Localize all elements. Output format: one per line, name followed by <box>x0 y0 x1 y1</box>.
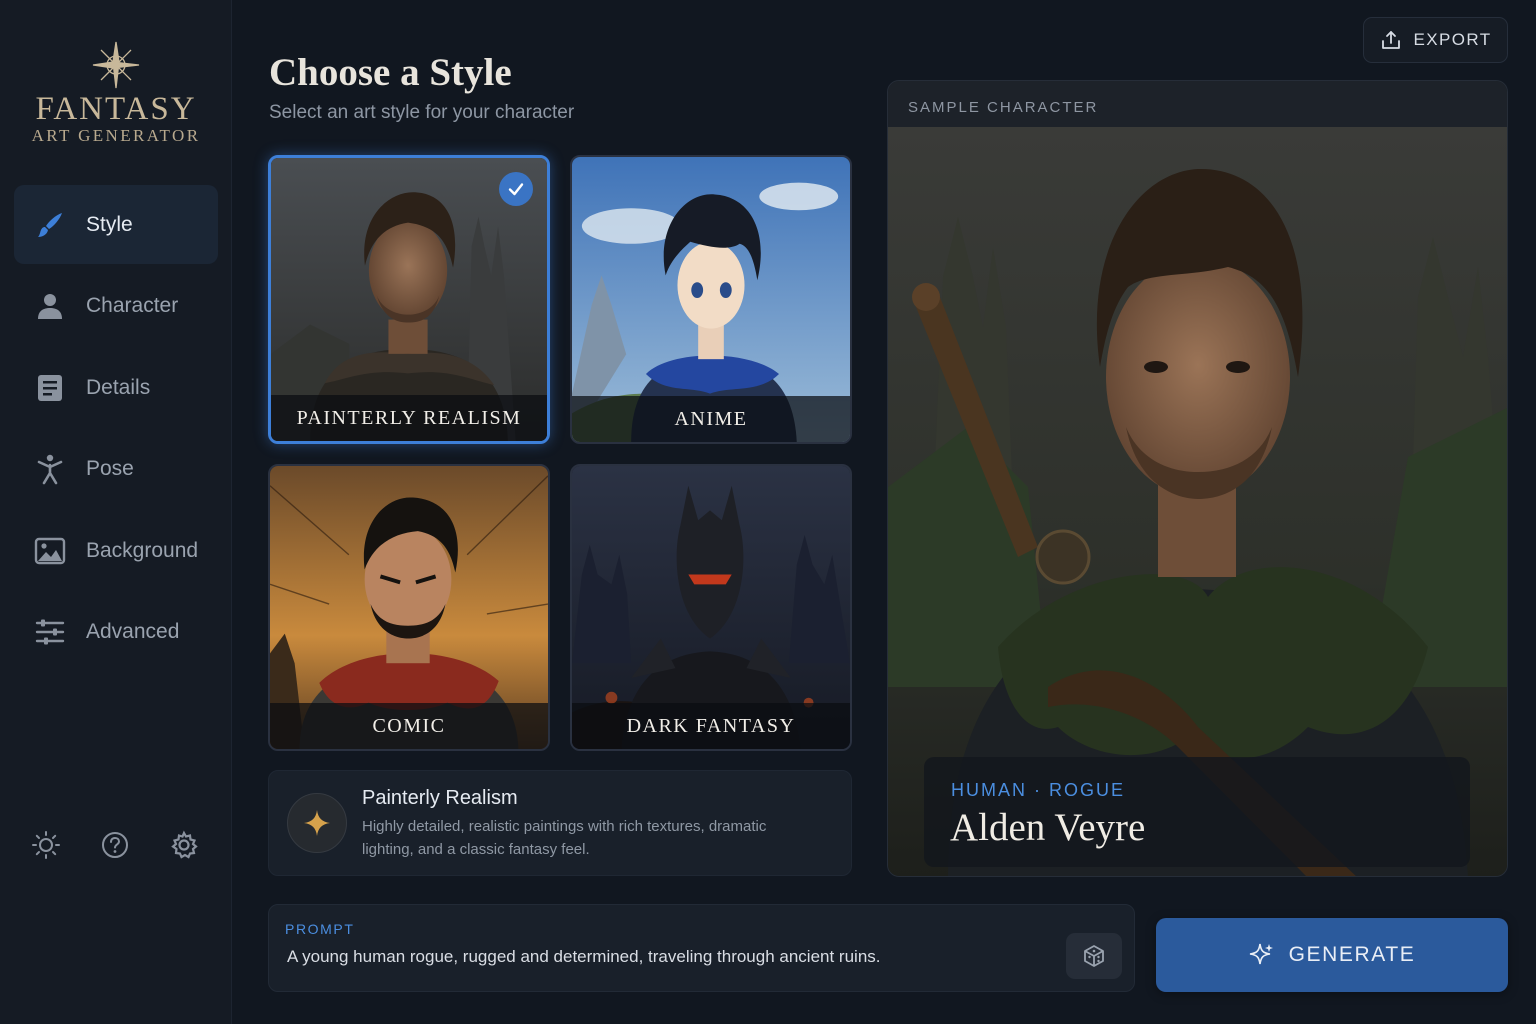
sidebar-item-pose[interactable]: Pose <box>14 430 218 509</box>
sliders-icon <box>34 616 66 648</box>
sidebar-item-label: Advanced <box>86 620 180 643</box>
style-card-comic[interactable]: COMIC <box>268 464 550 751</box>
style-card-label: DARK FANTASY <box>572 703 850 749</box>
style-card-dark-fantasy[interactable]: DARK FANTASY <box>570 464 852 751</box>
image-icon <box>34 535 66 567</box>
sidebar-item-label: Character <box>86 294 179 317</box>
style-card-label: COMIC <box>270 703 548 749</box>
brush-icon <box>34 209 66 241</box>
selected-check-icon <box>499 172 533 206</box>
style-card-label: ANIME <box>572 396 850 442</box>
sample-tags: HUMAN · ROGUE <box>951 780 1125 800</box>
sidebar-footer <box>30 828 200 862</box>
sidebar-item-character[interactable]: Character <box>14 267 218 346</box>
sidebar-item-advanced[interactable]: Advanced <box>14 593 218 672</box>
prompt-label: PROMPT <box>285 921 355 937</box>
export-button[interactable]: EXPORT <box>1363 17 1508 63</box>
page-subtitle: Select an art style for your character <box>269 102 575 123</box>
sidebar-item-background[interactable]: Background <box>14 511 218 590</box>
page-title: Choose a Style <box>269 51 512 94</box>
style-card-anime[interactable]: ANIME <box>570 155 852 444</box>
pose-figure-icon <box>34 453 66 485</box>
app-logo[interactable]: FANTASY ART GENERATOR <box>0 40 232 146</box>
compass-star-icon <box>92 41 140 89</box>
sun-icon[interactable] <box>30 828 62 862</box>
sample-character-panel: SAMPLE CHARACTER HUMAN · ROGUE Alden Vey… <box>887 80 1508 877</box>
generate-button[interactable]: GENERATE <box>1156 918 1508 992</box>
sidebar-item-label: Details <box>86 375 151 399</box>
style-card-label: PAINTERLY REALISM <box>271 395 547 441</box>
person-icon <box>34 290 66 322</box>
sparkle-icon <box>287 793 347 853</box>
generate-label: GENERATE <box>1288 943 1416 966</box>
sidebar-item-label: Style <box>86 212 133 236</box>
gear-icon[interactable] <box>168 828 200 862</box>
brand-title: FANTASY <box>35 91 197 127</box>
dice-icon <box>1084 945 1104 967</box>
brand-subtitle: ART GENERATOR <box>31 126 201 145</box>
export-label: EXPORT <box>1413 30 1492 49</box>
sidebar: FANTASY ART GENERATOR Style Character De… <box>0 0 232 1024</box>
help-icon[interactable] <box>99 828 131 862</box>
prompt-box: PROMPT <box>268 904 1135 992</box>
sparkle-icon <box>1249 943 1273 965</box>
style-card-painterly-realism[interactable]: PAINTERLY REALISM <box>268 155 550 444</box>
sample-character-name: Alden Veyre <box>950 806 1146 849</box>
sidebar-item-label: Background <box>86 538 199 562</box>
sidebar-item-style[interactable]: Style <box>14 185 218 264</box>
style-description-text: Highly detailed, realistic paintings wit… <box>362 818 767 858</box>
upload-icon <box>1381 31 1400 49</box>
sample-heading: SAMPLE CHARACTER <box>888 81 1507 127</box>
prompt-input[interactable] <box>287 947 1057 967</box>
sidebar-nav: Style Character Details Pose Background <box>14 185 218 674</box>
style-description-panel: Painterly Realism Highly detailed, reali… <box>268 770 852 876</box>
style-description-title: Painterly Realism <box>362 787 518 809</box>
sidebar-item-details[interactable]: Details <box>14 348 218 427</box>
document-icon <box>34 372 66 404</box>
randomize-prompt-button[interactable] <box>1066 933 1122 979</box>
sidebar-item-label: Pose <box>86 457 134 480</box>
sample-info-card: HUMAN · ROGUE Alden Veyre <box>924 757 1470 867</box>
